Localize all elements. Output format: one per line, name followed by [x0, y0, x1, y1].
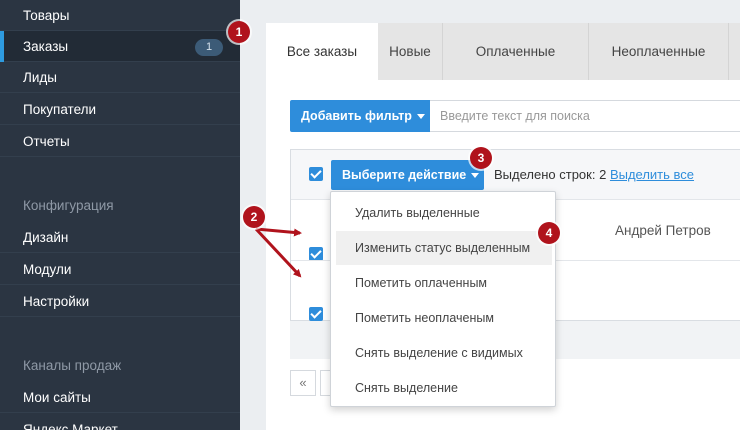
- sidebar-item-label: Заказы: [23, 39, 69, 54]
- menu-item-mark-unpaid[interactable]: Пометить неоплаченым: [331, 301, 555, 335]
- menu-item-delete-selected[interactable]: Удалить выделенные: [331, 196, 555, 230]
- sidebar-item-my-sites[interactable]: Мои сайты: [0, 382, 240, 413]
- sidebar-item-label: Дизайн: [23, 230, 69, 245]
- tab-new[interactable]: Новые: [378, 23, 443, 80]
- sidebar-section-channels: Каналы продаж: [23, 358, 122, 373]
- annotation-marker-4: 4: [538, 222, 560, 244]
- sidebar: Товары Заказы 1 Лиды Покупатели Отчеты К…: [0, 0, 240, 430]
- caret-down-icon: [471, 173, 480, 179]
- menu-item-change-status[interactable]: Изменить статус выделенным: [336, 231, 552, 265]
- customer-name: Андрей Петров: [615, 223, 711, 238]
- sidebar-item-label: Модули: [23, 262, 72, 277]
- sidebar-item-leads[interactable]: Лиды: [0, 62, 240, 93]
- pager-first-button[interactable]: «: [290, 370, 316, 396]
- choose-action-label: Выберите действие: [342, 168, 467, 182]
- order-tabs: Все заказы Новые Оплаченные Неоплаченные: [266, 23, 740, 80]
- sidebar-item-products[interactable]: Товары: [0, 0, 240, 31]
- sidebar-section-config: Конфигурация: [23, 198, 114, 213]
- selected-rows-info: Выделено строк: 2 Выделить все: [494, 167, 694, 182]
- add-filter-label: Добавить фильтр: [301, 109, 412, 123]
- sidebar-item-label: Покупатели: [23, 102, 97, 117]
- sidebar-item-reports[interactable]: Отчеты: [0, 126, 240, 157]
- sidebar-item-yandex-market[interactable]: Яндекс.Маркет: [0, 414, 240, 430]
- sidebar-item-label: Настройки: [23, 294, 90, 309]
- row-checkbox[interactable]: [309, 307, 323, 321]
- tab-paid[interactable]: Оплаченные: [443, 23, 589, 80]
- sidebar-item-settings[interactable]: Настройки: [0, 286, 240, 317]
- sidebar-item-label: Товары: [23, 8, 70, 23]
- selected-rows-label: Выделено строк:: [494, 167, 596, 182]
- action-dropdown-menu: Удалить выделенные Изменить статус выдел…: [330, 191, 556, 407]
- choose-action-button[interactable]: Выберите действие: [331, 160, 484, 190]
- row-checkbox[interactable]: [309, 247, 323, 261]
- tab-unpaid[interactable]: Неоплаченные: [589, 23, 729, 80]
- caret-down-icon: [416, 114, 425, 120]
- menu-item-deselect-all[interactable]: Снять выделение: [331, 371, 555, 405]
- menu-item-deselect-visible[interactable]: Снять выделение с видимых: [331, 336, 555, 370]
- search-input[interactable]: [430, 100, 740, 132]
- sidebar-item-label: Яндекс.Маркет: [23, 422, 118, 430]
- select-all-checkbox[interactable]: [309, 167, 323, 181]
- sidebar-item-orders[interactable]: Заказы 1: [0, 31, 240, 62]
- sidebar-item-customers[interactable]: Покупатели: [0, 94, 240, 125]
- annotation-marker-2: 2: [243, 206, 265, 228]
- orders-count-badge: 1: [195, 39, 223, 56]
- selected-rows-count: 2: [599, 167, 607, 182]
- tab-all-orders[interactable]: Все заказы: [266, 23, 378, 80]
- sidebar-item-design[interactable]: Дизайн: [0, 222, 240, 253]
- sidebar-item-label: Лиды: [23, 70, 57, 85]
- select-all-link[interactable]: Выделить все: [610, 167, 694, 182]
- sidebar-item-label: Мои сайты: [23, 390, 91, 405]
- annotation-marker-1: 1: [228, 21, 250, 43]
- add-filter-button[interactable]: Добавить фильтр: [290, 100, 430, 132]
- sidebar-item-label: Отчеты: [23, 134, 70, 149]
- menu-item-mark-paid[interactable]: Пометить оплаченным: [331, 266, 555, 300]
- sidebar-item-modules[interactable]: Модули: [0, 254, 240, 285]
- annotation-marker-3: 3: [470, 147, 492, 169]
